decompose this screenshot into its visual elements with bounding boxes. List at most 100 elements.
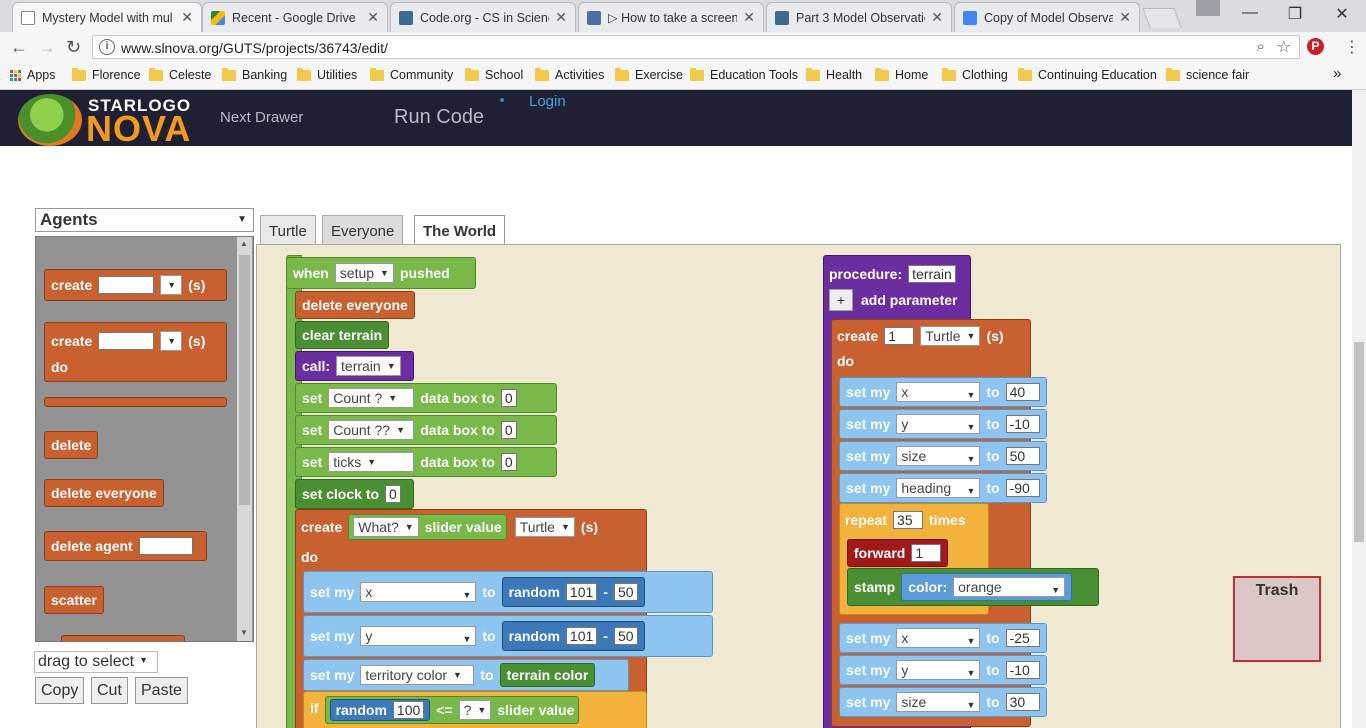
repeat-count-input[interactable]: 35 [893, 511, 924, 529]
agent-input[interactable] [138, 537, 193, 555]
address-bar[interactable]: i www.slnova.org/GUTS/projects/36743/edi… [92, 35, 1300, 59]
value-input[interactable]: 0 [500, 389, 517, 407]
set-my-x-block[interactable]: set my x ▼ to -25 [839, 623, 1047, 653]
bookmark-science-fair[interactable]: science fair [1166, 67, 1249, 82]
palette-delete-agent-block[interactable]: delete agent [44, 531, 207, 561]
palette-scrollbar-thumb[interactable] [239, 255, 250, 505]
close-icon[interactable]: ✕ [1119, 9, 1131, 26]
cut-button[interactable]: Cut [91, 677, 128, 704]
property-dropdown[interactable]: y ▼ [896, 414, 981, 434]
set-my-size-block[interactable]: set my size ▼ to 50 [839, 441, 1047, 471]
property-dropdown[interactable]: x ▼ [360, 582, 477, 602]
count-input[interactable]: 1 [884, 327, 915, 345]
breed-dropdown[interactable]: ▼ [160, 331, 183, 351]
tab-everyone[interactable]: Everyone [322, 215, 404, 245]
event-dropdown[interactable]: setup ▼ [334, 263, 394, 283]
set-my-y-block[interactable]: set my y ▼ to -10 [839, 655, 1047, 685]
bookmark-clothing[interactable]: Clothing [942, 67, 1008, 82]
set-my-x-block[interactable]: set my x ▼ to random 101 - 50 [303, 571, 713, 613]
close-icon[interactable]: ✕ [743, 9, 755, 26]
selection-mode-select[interactable]: drag to select ▼ [34, 651, 158, 673]
page-scrollbar-thumb[interactable] [1354, 342, 1364, 542]
value-input[interactable]: -10 [1005, 661, 1040, 679]
breed-dropdown[interactable]: ▼ [160, 275, 183, 295]
profile-icon[interactable] [1196, 0, 1220, 16]
compare-block[interactable]: random 100 <= ? ▼ slider value [324, 696, 580, 724]
delete-everyone-block[interactable]: delete everyone [295, 291, 415, 319]
bookmark-apps[interactable]: Apps [10, 68, 56, 82]
random-max-input[interactable]: 100 [392, 701, 425, 719]
set-data-box-block[interactable]: set ticks ▼ data box to 0 [295, 447, 557, 477]
palette-next-block[interactable] [61, 635, 185, 641]
slider-dropdown[interactable]: What? ▼ [353, 517, 419, 537]
clock-input[interactable]: 0 [385, 485, 401, 503]
forward-block[interactable]: forward 1 [847, 539, 949, 567]
trash-bin[interactable]: Trash [1233, 576, 1321, 662]
value-input[interactable]: 30 [1005, 693, 1040, 711]
bookmark-home[interactable]: Home [875, 67, 928, 82]
set-my-territory-block[interactable]: set my territory color ▼ to terrain color [303, 659, 629, 691]
next-drawer-link[interactable]: Next Drawer [220, 109, 303, 126]
set-my-y-block[interactable]: set my y ▼ to -10 [839, 409, 1047, 439]
bookmark-school[interactable]: School [465, 67, 523, 82]
if-block[interactable]: if random 100 <= ? ▼ slider value [303, 691, 647, 728]
close-window-icon[interactable]: ✕ [1322, 4, 1362, 24]
stamp-block[interactable]: stamp color: orange ▼ [847, 568, 1099, 606]
login-link[interactable]: Login [529, 93, 566, 110]
data-box-dropdown[interactable]: ticks ▼ [328, 452, 415, 472]
set-clock-block[interactable]: set clock to 0 [295, 479, 414, 509]
terrain-color-block[interactable]: terrain color [499, 663, 596, 687]
paste-button[interactable]: Paste [135, 677, 188, 704]
back-icon[interactable]: ← [10, 37, 28, 58]
close-icon[interactable]: ✕ [181, 9, 193, 26]
random-minus-block[interactable]: random 101 - 50 [501, 621, 645, 651]
value-input[interactable]: -10 [1005, 415, 1040, 433]
palette-delete-block[interactable]: delete [44, 431, 99, 459]
bookmark-utilities[interactable]: Utilities [297, 67, 357, 82]
tab-code-org[interactable]: Code.org - CS in Science ✕ [390, 2, 576, 32]
bookmark-education-tools[interactable]: Education Tools [690, 67, 798, 82]
value-input[interactable]: 0 [500, 421, 517, 439]
property-dropdown[interactable]: y ▼ [360, 626, 477, 646]
scroll-up-icon[interactable]: ▲ [240, 239, 248, 248]
value-input[interactable]: 40 [1005, 383, 1040, 401]
count-input[interactable] [98, 332, 155, 350]
tab-model-observation[interactable]: Part 3 Model Observatio ✕ [766, 2, 952, 32]
palette-create-do-block[interactable]: create ▼ (s) do [44, 322, 227, 382]
new-tab-button[interactable] [1142, 8, 1182, 28]
zoom-icon[interactable]: ⌕ [1257, 38, 1265, 55]
data-box-dropdown[interactable]: Count ? ▼ [328, 388, 415, 408]
minimize-icon[interactable]: — [1230, 4, 1270, 22]
property-dropdown[interactable]: heading ▼ [896, 478, 981, 498]
call-procedure-block[interactable]: call: terrain ▼ [295, 351, 414, 381]
set-my-x-block[interactable]: set my x ▼ to 40 [839, 377, 1047, 407]
procedure-name-input[interactable]: terrain [908, 265, 956, 283]
property-dropdown[interactable]: x ▼ [896, 628, 981, 648]
property-dropdown[interactable]: territory color ▼ [360, 665, 475, 685]
palette-scrollbar[interactable]: ▲ ▼ [237, 237, 252, 641]
set-data-box-block[interactable]: set Count ? ▼ data box to 0 [295, 383, 557, 413]
set-my-y-block[interactable]: set my y ▼ to random 101 - 50 [303, 615, 713, 657]
offset-input[interactable]: 50 [613, 627, 638, 645]
random-max-input[interactable]: 101 [565, 583, 598, 601]
property-dropdown[interactable]: size ▼ [896, 692, 981, 712]
pinterest-icon[interactable]: P [1307, 38, 1324, 55]
palette-create-block[interactable]: create ▼ (s) [44, 269, 227, 301]
bookmark-health[interactable]: Health [806, 67, 862, 82]
count-input[interactable] [98, 276, 155, 294]
color-block[interactable]: color: orange ▼ [901, 573, 1073, 601]
random-block[interactable]: random 100 [329, 699, 431, 721]
star-icon[interactable]: ☆ [1277, 37, 1291, 57]
tab-screenshot-howto[interactable]: ▷ How to take a screens ✕ [578, 2, 764, 32]
value-input[interactable]: 50 [1005, 447, 1040, 465]
menu-icon[interactable]: ⋮ [1344, 37, 1360, 57]
property-dropdown[interactable]: x ▼ [896, 382, 981, 402]
random-max-input[interactable]: 101 [565, 627, 598, 645]
data-box-dropdown[interactable]: Count ?? ▼ [328, 420, 415, 440]
palette-scatter-block[interactable]: scatter [44, 586, 104, 614]
set-my-size-block[interactable]: set my size ▼ to 30 [839, 687, 1047, 717]
forward-input[interactable]: 1 [911, 544, 942, 562]
tab-copy-model[interactable]: Copy of Model Observa ✕ [954, 2, 1140, 32]
value-input[interactable]: -25 [1005, 629, 1040, 647]
set-my-heading-block[interactable]: set my heading ▼ to -90 [839, 473, 1047, 503]
